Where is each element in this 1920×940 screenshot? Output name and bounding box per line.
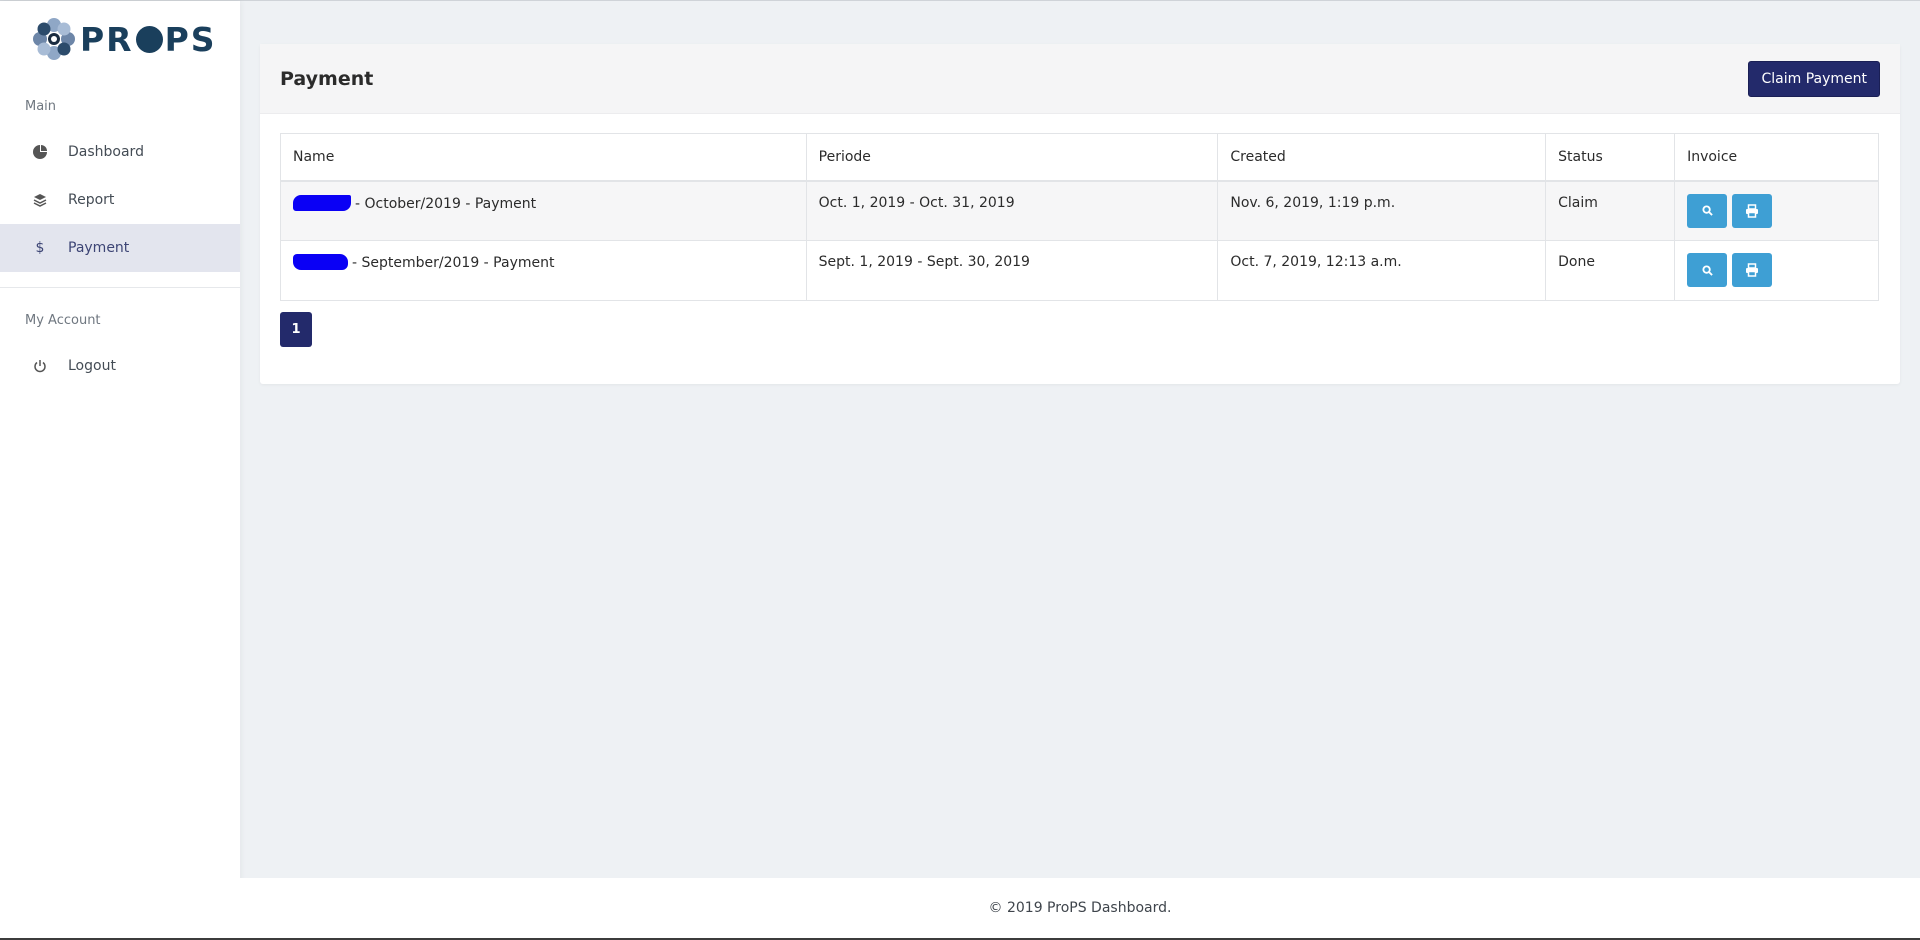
cell-created: Oct. 7, 2019, 12:13 a.m. — [1217, 240, 1547, 301]
payment-table: Name Periode Created Status Invoice - Oc… — [280, 133, 1879, 301]
cell-periode: Sept. 1, 2019 - Sept. 30, 2019 — [805, 240, 1219, 301]
column-header-invoice[interactable]: Invoice — [1674, 133, 1879, 182]
sidebar-item-dashboard[interactable]: Dashboard — [0, 128, 240, 176]
nav-section-my-account: My Account — [25, 313, 101, 328]
payment-name: - October/2019 - Payment — [355, 195, 537, 212]
sidebar-item-label: Payment — [68, 240, 130, 256]
cell-name: - September/2019 - Payment — [280, 240, 807, 301]
column-header-created[interactable]: Created — [1217, 133, 1547, 182]
logo-text-pr: PR — [80, 19, 134, 59]
payment-name: - September/2019 - Payment — [352, 255, 555, 271]
column-header-status[interactable]: Status — [1545, 133, 1676, 182]
layers-icon — [32, 192, 48, 208]
cell-periode: Oct. 1, 2019 - Oct. 31, 2019 — [805, 180, 1219, 241]
print-invoice-button[interactable] — [1732, 253, 1773, 287]
footer: © 2019 ProPS Dashboard. — [240, 878, 1920, 938]
column-header-periode[interactable]: Periode — [805, 133, 1219, 182]
sidebar-item-report[interactable]: Report — [0, 176, 240, 224]
print-icon — [1746, 263, 1759, 277]
view-invoice-button[interactable] — [1687, 253, 1728, 287]
cell-status: Claim — [1545, 180, 1676, 241]
pie-chart-icon — [32, 144, 48, 160]
window-top-border — [0, 0, 1920, 1]
power-icon — [32, 358, 48, 374]
sidebar-item-payment[interactable]: $ Payment — [0, 224, 240, 272]
props-logo[interactable]: PR PS — [32, 17, 217, 61]
footer-copyright: © 2019 ProPS Dashboard. — [988, 900, 1172, 916]
nav-section-main: Main — [25, 99, 57, 114]
redaction-mark — [293, 194, 351, 211]
search-icon — [1702, 264, 1713, 276]
cell-status: Done — [1545, 240, 1676, 301]
sidebar: PR PS Main Dashboard Report $ Payment My … — [0, 1, 240, 938]
print-icon — [1746, 203, 1759, 218]
dollar-icon: $ — [35, 240, 45, 256]
logo-text-ps: PS — [164, 19, 217, 59]
table-header-row: Name Periode Created Status Invoice — [280, 133, 1879, 182]
claim-payment-button[interactable]: Claim Payment — [1748, 60, 1880, 97]
sidebar-item-logout[interactable]: Logout — [0, 342, 240, 390]
card-header: Payment Claim Payment — [260, 44, 1900, 114]
cell-name: - October/2019 - Payment — [280, 180, 807, 241]
cell-invoice — [1674, 240, 1879, 301]
payment-card: Payment Claim Payment Name Periode Creat… — [260, 44, 1900, 384]
sidebar-item-label: Report — [68, 192, 115, 208]
table-row: - October/2019 - Payment Oct. 1, 2019 - … — [280, 180, 1879, 241]
print-invoice-button[interactable] — [1732, 193, 1773, 228]
redaction-mark — [293, 254, 348, 270]
page-title: Payment — [280, 67, 374, 90]
search-icon — [1702, 205, 1713, 216]
logo-text: PR PS — [80, 20, 217, 59]
column-header-name[interactable]: Name — [280, 133, 807, 182]
cell-created: Nov. 6, 2019, 1:19 p.m. — [1217, 180, 1547, 241]
pagination-page-button[interactable]: 1 — [280, 312, 312, 347]
view-invoice-button[interactable] — [1687, 193, 1728, 228]
table-row: - September/2019 - Payment Sept. 1, 2019… — [280, 240, 1879, 301]
sidebar-item-label: Logout — [68, 358, 116, 374]
logo-o-dot — [135, 25, 163, 53]
sidebar-divider — [0, 287, 240, 288]
cell-invoice — [1674, 180, 1879, 241]
logo-flower-icon — [33, 18, 75, 60]
sidebar-item-label: Dashboard — [68, 144, 144, 160]
